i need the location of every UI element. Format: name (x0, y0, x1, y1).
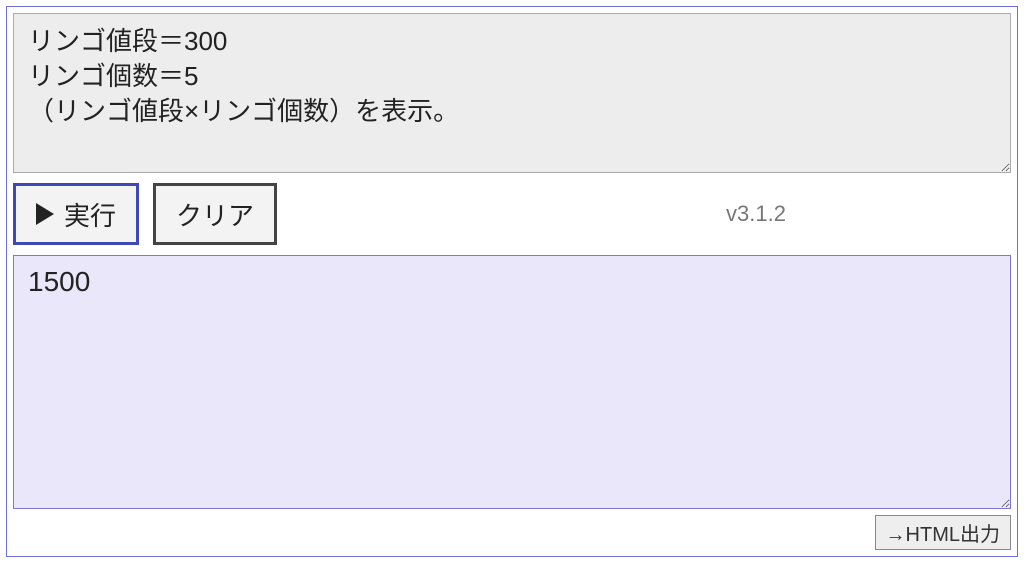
code-input[interactable] (13, 13, 1011, 173)
version-label: v3.1.2 (726, 201, 786, 227)
run-button[interactable]: 実行 (13, 183, 139, 245)
app-container: 実行 クリア v3.1.2 →HTML出力 (6, 6, 1018, 557)
run-button-label: 実行 (64, 196, 116, 233)
clear-button-label: クリア (176, 196, 254, 233)
play-icon (36, 203, 54, 225)
clear-button[interactable]: クリア (153, 183, 277, 245)
html-export-label: →HTML出力 (886, 524, 1000, 546)
html-export-button[interactable]: →HTML出力 (875, 515, 1011, 550)
toolbar: 実行 クリア v3.1.2 (13, 183, 1011, 245)
footer: →HTML出力 (13, 515, 1011, 550)
output-area[interactable] (13, 255, 1011, 509)
